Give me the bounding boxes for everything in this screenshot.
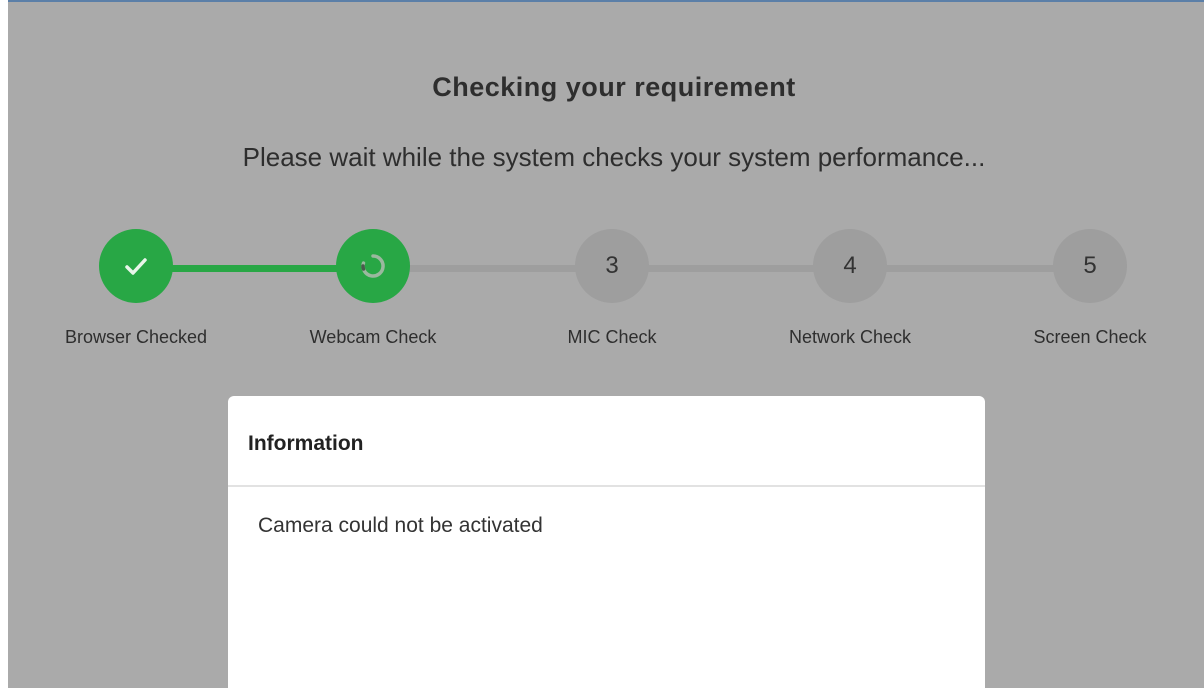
page-title: Checking your requirement <box>432 72 796 102</box>
step-browser-label: Browser Checked <box>64 327 208 347</box>
step-network-label: Network Check <box>788 327 912 347</box>
step-mic-label: MIC Check <box>567 327 657 347</box>
progress-track-remaining <box>382 265 1098 272</box>
step-screen-label: Screen Check <box>1033 327 1147 347</box>
loading-spinner-icon <box>361 254 385 278</box>
step-network-circle: 4 <box>813 229 887 303</box>
dialog-message: Camera could not be activated <box>258 514 543 537</box>
step-webcam-circle <box>336 229 410 303</box>
step-screen-circle: 5 <box>1053 229 1127 303</box>
page-subtitle: Please wait while the system checks your… <box>242 142 986 172</box>
step-browser-circle <box>99 229 173 303</box>
step-mic-circle: 3 <box>575 229 649 303</box>
dialog-title: Information <box>248 432 364 455</box>
check-icon <box>125 258 147 275</box>
dialog-header: Information <box>228 396 985 487</box>
information-dialog: Information Camera could not be activate… <box>228 396 985 696</box>
step-webcam-label: Webcam Check <box>309 327 437 347</box>
